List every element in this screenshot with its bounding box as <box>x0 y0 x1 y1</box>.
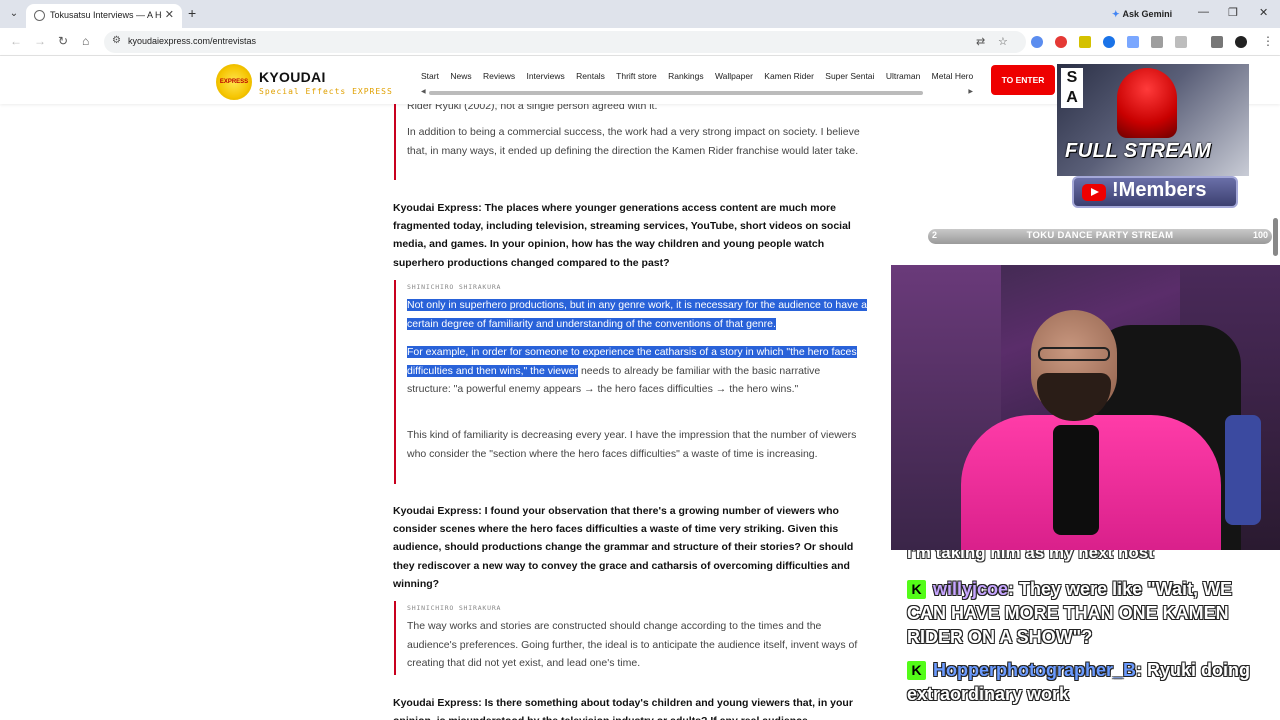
paragraph: Not only in superhero productions, but i… <box>407 296 877 333</box>
extension-icon[interactable] <box>1151 36 1163 48</box>
forward-icon[interactable]: → <box>34 34 46 48</box>
nav-ultraman[interactable]: Ultraman <box>886 71 920 81</box>
logo-subtitle: Special Effects EXPRESS <box>259 87 393 96</box>
glasses <box>1038 347 1110 361</box>
answer-accent-bar <box>394 601 396 675</box>
url-text[interactable]: kyoudaiexpress.com/entrevistas <box>128 36 256 46</box>
kick-badge-icon: K <box>907 661 926 680</box>
nav-scrollbar[interactable]: ◀ ▶ <box>421 88 973 95</box>
nav-rankings[interactable]: Rankings <box>668 71 703 81</box>
tab-search-icon[interactable]: ⌄ <box>6 6 22 22</box>
globe-icon <box>34 10 45 21</box>
menu-icon[interactable]: ⋮ <box>1262 34 1274 48</box>
logo-title[interactable]: KYOUDAI <box>259 69 326 85</box>
extensions-puzzle-icon[interactable] <box>1175 36 1187 48</box>
nav-wallpaper[interactable]: Wallpaper <box>715 71 753 81</box>
extension-icon[interactable] <box>1031 36 1043 48</box>
art-title: FULL STREAM <box>1065 140 1212 162</box>
youtube-icon <box>1082 184 1106 201</box>
logo-badge[interactable]: EXPRESS <box>216 64 252 100</box>
tab-title: Tokusatsu Interviews — A Hero <box>50 10 162 20</box>
close-window-icon[interactable]: ✕ <box>1259 6 1268 19</box>
address-bar[interactable]: ⚙ kyoudaiexpress.com/entrevistas ⇄ ☆ <box>104 31 1026 53</box>
nav-scroll-thumb[interactable] <box>429 91 923 95</box>
profile-avatar[interactable] <box>1235 36 1247 48</box>
active-tab[interactable]: Tokusatsu Interviews — A Hero ✕ <box>26 4 182 28</box>
paragraph: The way works and stories are constructe… <box>407 620 858 670</box>
chat-message: Kwillyjcoe: They were like "Wait, WE CAN… <box>907 577 1262 649</box>
chat-message: I'm taking him as my next host <box>907 550 1154 562</box>
members-label: !Members <box>1112 179 1207 201</box>
new-tab-button[interactable]: + <box>188 5 196 21</box>
stream-goal-bar: 2 TOKU DANCE PARTY STREAM 100 <box>928 229 1272 244</box>
answer-accent-bar <box>394 104 396 180</box>
goal-target: 100 <box>1252 230 1268 240</box>
paragraph: In addition to being a commercial succes… <box>407 126 860 157</box>
back-icon[interactable]: ← <box>10 34 22 48</box>
restore-icon[interactable]: ❐ <box>1228 6 1238 19</box>
nav-rentals[interactable]: Rentals <box>576 71 605 81</box>
kick-badge-icon: K <box>907 580 926 599</box>
extension-icon[interactable] <box>1127 36 1139 48</box>
interview-question: Kyoudai Express: I found your observatio… <box>393 505 854 590</box>
nav-news[interactable]: News <box>450 71 471 81</box>
browser-toolbar: ← → ↻ ⌂ ⚙ kyoudaiexpress.com/entrevistas… <box>0 28 1280 56</box>
chat-overlay: I'm taking him as my next host Kwillyjco… <box>891 550 1280 720</box>
enter-button[interactable]: TO ENTER <box>991 65 1055 95</box>
chat-username: Hopperphotographer_B <box>933 660 1137 680</box>
webcam-feed <box>891 265 1280 550</box>
bookmark-star-icon[interactable]: ☆ <box>998 35 1008 48</box>
scroll-right-icon[interactable]: ▶ <box>968 88 973 95</box>
water-bottle <box>1225 415 1261 525</box>
goal-title: TOKU DANCE PARTY STREAM <box>1026 230 1174 241</box>
chat-message: K Hopperphotographer_B: Ryuki doing extra… <box>907 658 1262 706</box>
interview-question: Kyoudai Express: The places where younge… <box>393 202 851 269</box>
microphone <box>1053 425 1099 535</box>
media-control-icon[interactable] <box>1211 36 1223 48</box>
selected-text[interactable]: Not only in superhero productions, but i… <box>407 299 867 330</box>
paragraph: Rider Ryuki (2002), not a single person … <box>407 104 658 112</box>
article-body: Rider Ryuki (2002), not a single person … <box>0 104 890 720</box>
chat-username: willyjcoe <box>933 579 1009 599</box>
extension-icon[interactable] <box>1103 36 1115 48</box>
reload-icon[interactable]: ↻ <box>58 34 68 48</box>
translate-icon[interactable]: ⇄ <box>976 35 985 48</box>
nav-super-sentai[interactable]: Super Sentai <box>825 71 874 81</box>
nav-interviews[interactable]: Interviews <box>526 71 564 81</box>
nav-reviews[interactable]: Reviews <box>483 71 515 81</box>
page-scrollbar-thumb[interactable] <box>1273 218 1278 256</box>
speaker-label: SHINICHIRO SHIRAKURA <box>407 604 502 612</box>
home-icon[interactable]: ⌂ <box>82 34 89 48</box>
nav-thrift-store[interactable]: Thrift store <box>616 71 657 81</box>
extension-icon[interactable] <box>1079 36 1091 48</box>
nav-kamen-rider[interactable]: Kamen Rider <box>764 71 814 81</box>
site-nav: Start News Reviews Interviews Rentals Th… <box>421 71 976 85</box>
members-badge: !Members <box>1072 176 1238 208</box>
paragraph: This kind of familiarity is decreasing e… <box>407 429 857 460</box>
close-tab-icon[interactable]: ✕ <box>165 8 174 21</box>
speaker-label: SHINICHIRO SHIRAKURA <box>407 283 502 291</box>
paragraph: For example, in order for someone to exp… <box>407 346 857 396</box>
gemini-icon: ✦ <box>1112 9 1120 19</box>
site-info-icon[interactable]: ⚙ <box>112 35 121 46</box>
nav-metal-hero[interactable]: Metal Hero <box>932 71 974 81</box>
ranger-figure-image <box>1117 68 1177 138</box>
stream-art-panel: S A FULL STREAM <box>1057 64 1249 176</box>
extension-icon[interactable] <box>1055 36 1067 48</box>
tab-strip: ⌄ Tokusatsu Interviews — A Hero ✕ + ✦Ask… <box>0 0 1280 28</box>
scroll-left-icon[interactable]: ◀ <box>421 88 426 95</box>
interview-question: Kyoudai Express: Is there something abou… <box>393 697 853 720</box>
minimize-icon[interactable]: — <box>1198 6 1209 18</box>
art-letters: S A <box>1061 68 1083 108</box>
ask-gemini-button[interactable]: ✦ Ask Gemini <box>1106 5 1178 23</box>
answer-accent-bar <box>394 280 396 484</box>
nav-start[interactable]: Start <box>421 71 439 81</box>
